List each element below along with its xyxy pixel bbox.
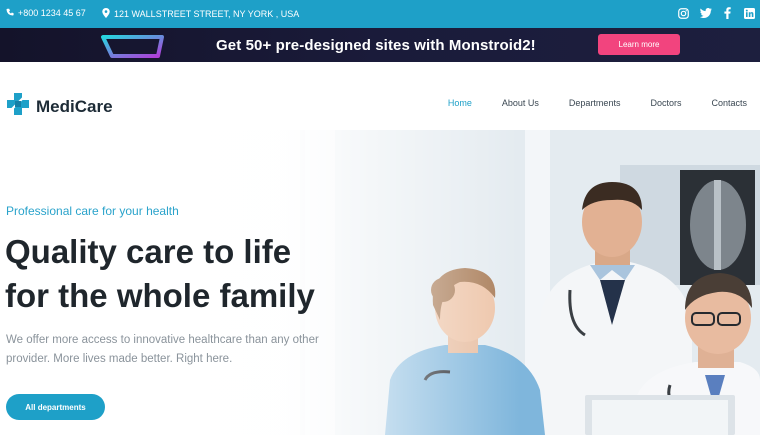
social-links [677,6,756,20]
nav-item-home[interactable]: Home [448,98,472,108]
site-header: MediCare Home About Us Departments Docto… [0,62,760,130]
brand-name: MediCare [36,96,113,116]
all-departments-button[interactable]: All departments [6,394,105,420]
facebook-icon[interactable] [721,6,734,20]
learn-more-button[interactable]: Learn more [598,34,680,55]
nav-item-departments[interactable]: Departments [569,98,621,108]
hero-description-line2: provider. More lives made better. Right … [6,353,233,365]
medical-cross-logo-icon [6,92,30,121]
twitter-icon[interactable] [699,6,712,20]
phone-contact[interactable]: +800 1234 45 67 [6,8,86,18]
promo-text: Get 50+ pre-designed sites with Monstroi… [216,37,536,54]
hero-section: Professional care for your health Qualit… [0,130,760,435]
nav-item-about-us[interactable]: About Us [502,98,539,108]
hero-headline-line1: Quality care to life [5,233,292,270]
nav-item-contacts[interactable]: Contacts [711,98,747,108]
linkedin-icon[interactable] [743,6,756,20]
address-text: 121 WALLSTREET STREET, NY YORK , USA [114,9,300,19]
hero-headline-line2: for the whole family [5,277,315,314]
nav-item-doctors[interactable]: Doctors [650,98,681,108]
instagram-icon[interactable] [677,6,690,20]
hero-tagline: Professional care for your health [6,204,179,218]
phone-number: +800 1234 45 67 [18,8,86,18]
main-nav: Home About Us Departments Doctors Contac… [448,98,747,108]
address-contact: 121 WALLSTREET STREET, NY YORK , USA [102,8,299,20]
hero-description-line1: We offer more access to innovative healt… [6,334,319,346]
phone-icon [6,8,14,18]
hero-headline: Quality care to life for the whole famil… [5,230,365,318]
brand-logo[interactable]: MediCare [6,92,113,121]
hero-description: We offer more access to innovative healt… [6,331,336,369]
location-pin-icon [102,8,110,20]
top-info-bar: +800 1234 45 67 121 WALLSTREET STREET, N… [0,0,760,28]
promo-banner[interactable]: Get 50+ pre-designed sites with Monstroi… [0,28,760,62]
